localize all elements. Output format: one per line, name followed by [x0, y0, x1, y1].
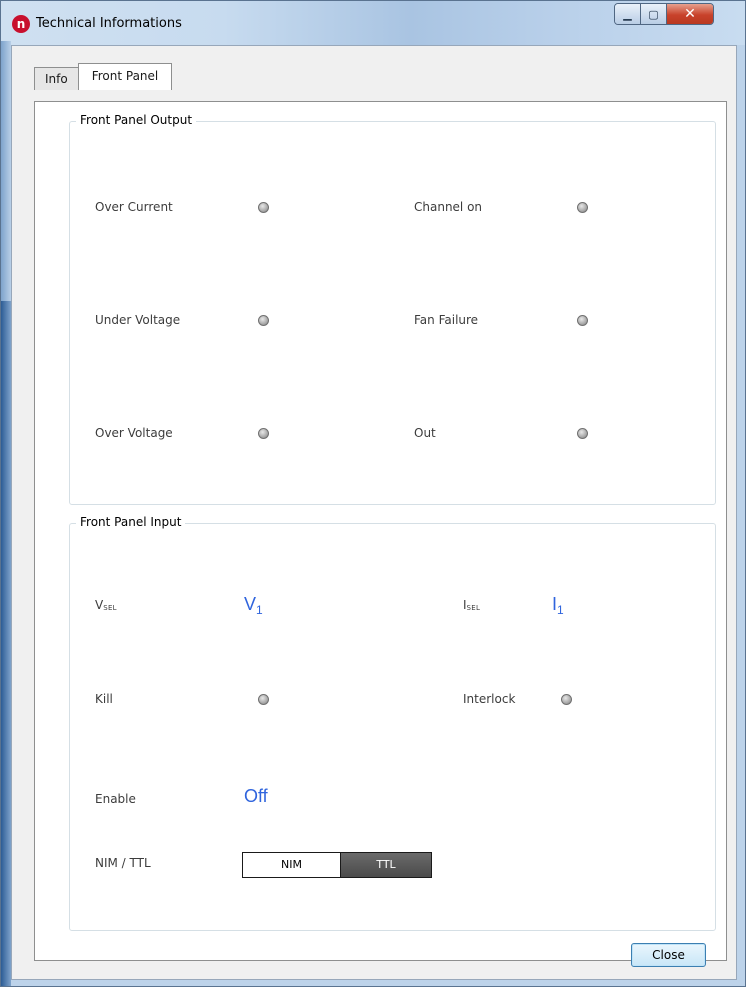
tab-bar: Info Front Panel	[34, 62, 173, 90]
interlock-label: Interlock	[463, 692, 516, 706]
close-window-button[interactable]: ✕	[667, 4, 713, 24]
minimize-button[interactable]: ▁	[615, 4, 641, 24]
close-button[interactable]: Close	[631, 943, 706, 967]
under-voltage-label: Under Voltage	[95, 313, 181, 327]
maximize-icon: ▢	[648, 7, 659, 21]
minimize-icon: ▁	[623, 7, 632, 21]
technical-informations-window: n Technical Informations ▁ ▢ ✕ Info Fron…	[0, 0, 746, 987]
enable-label: Enable	[95, 792, 136, 806]
kill-label: Kill	[95, 692, 113, 706]
nim-ttl-label: NIM / TTL	[95, 856, 151, 870]
kill-led-icon	[258, 694, 269, 705]
enable-value: Off	[244, 786, 268, 806]
front-panel-output-title: Front Panel Output	[76, 113, 197, 127]
close-icon: ✕	[684, 6, 696, 22]
window-controls: ▁ ▢ ✕	[614, 3, 714, 25]
out-label: Out	[414, 426, 436, 440]
window-left-border	[1, 41, 11, 986]
front-panel-output-group: Front Panel Output Over Current Channel …	[69, 113, 716, 505]
vsel-value: V1	[244, 594, 263, 617]
dialog-client-area: Info Front Panel Front Panel Output Over…	[11, 45, 737, 980]
channel-on-led-icon	[577, 202, 588, 213]
window-title: Technical Informations	[36, 16, 182, 31]
app-logo-icon: n	[12, 15, 30, 33]
tab-front-panel[interactable]: Front Panel	[77, 63, 173, 90]
over-voltage-label: Over Voltage	[95, 426, 173, 440]
maximize-button[interactable]: ▢	[641, 4, 667, 24]
ttl-option-button[interactable]: TTL	[340, 852, 432, 878]
nim-option-button[interactable]: NIM	[242, 852, 340, 878]
isel-label: ISEL	[463, 598, 481, 612]
fan-failure-label: Fan Failure	[414, 313, 479, 327]
over-current-label: Over Current	[95, 200, 173, 214]
channel-on-label: Channel on	[414, 200, 483, 214]
under-voltage-led-icon	[258, 315, 269, 326]
fan-failure-led-icon	[577, 315, 588, 326]
isel-value: I1	[552, 594, 564, 617]
front-panel-tab-content: Front Panel Output Over Current Channel …	[34, 101, 727, 961]
over-voltage-led-icon	[258, 428, 269, 439]
vsel-label: VSEL	[95, 598, 117, 612]
front-panel-input-title: Front Panel Input	[76, 515, 186, 529]
nim-ttl-toggle: NIM TTL	[242, 852, 432, 878]
tab-info[interactable]: Info	[34, 67, 79, 90]
interlock-led-icon	[561, 694, 572, 705]
title-bar[interactable]: n Technical Informations ▁ ▢ ✕	[1, 1, 745, 45]
out-led-icon	[577, 428, 588, 439]
over-current-led-icon	[258, 202, 269, 213]
